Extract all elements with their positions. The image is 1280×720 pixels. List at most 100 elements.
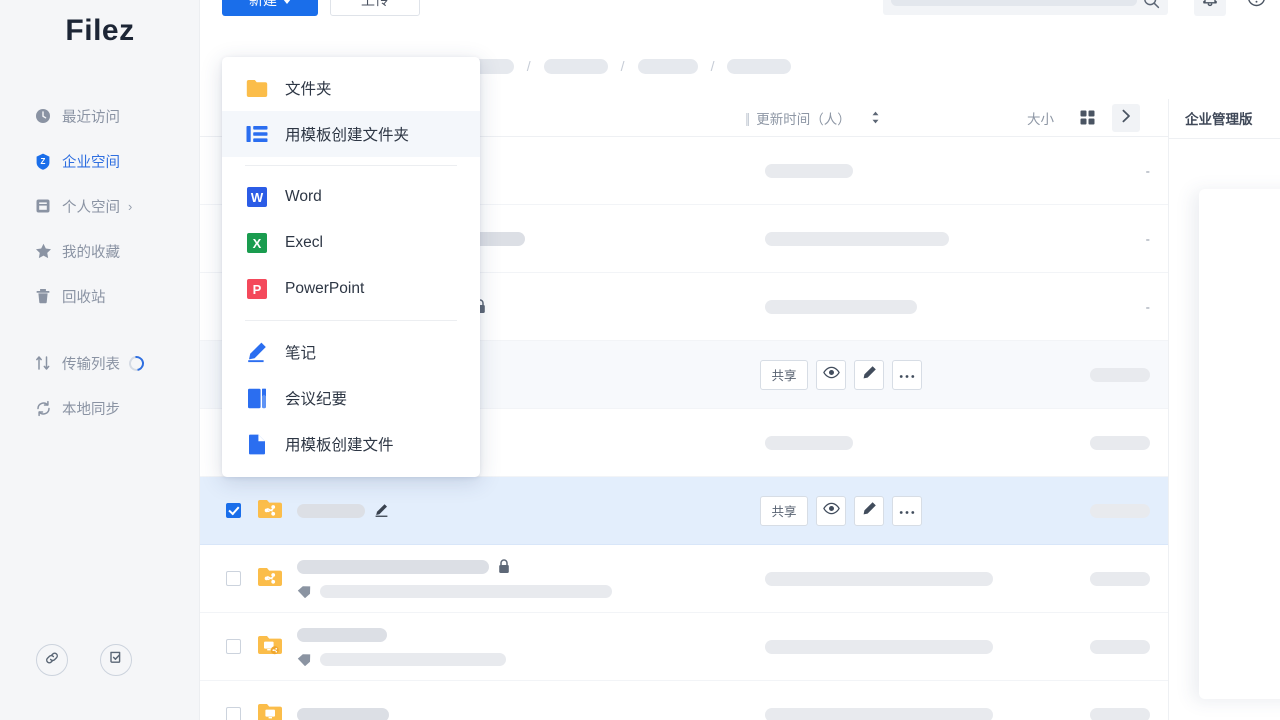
- menu-item-label: 用模板创建文件: [285, 433, 394, 455]
- share-button[interactable]: 共享: [760, 360, 808, 390]
- file-name-cell: [297, 628, 1168, 666]
- word-badge: W: [247, 187, 267, 207]
- sidebar: Filez 最近访问 Z 企业空间 个人空间 ›: [0, 0, 200, 720]
- sidebar-item-label: 最近访问: [62, 106, 120, 127]
- size-cell: [1090, 436, 1150, 450]
- menu-item-powerpoint[interactable]: P PowerPoint: [222, 266, 480, 312]
- eye-icon: [823, 502, 840, 520]
- row-checkbox[interactable]: [226, 571, 241, 586]
- row-actions: 共享: [760, 360, 922, 390]
- table-row[interactable]: 共享: [200, 477, 1168, 545]
- table-row[interactable]: [200, 681, 1168, 720]
- sidebar-item-trash[interactable]: 回收站: [0, 278, 200, 314]
- column-grip-icon[interactable]: ||: [745, 110, 748, 126]
- folder-device-share-icon: [257, 634, 283, 660]
- more-button[interactable]: [892, 496, 922, 526]
- row-checkbox[interactable]: [226, 503, 241, 518]
- updated-cell: [765, 436, 853, 450]
- sidebar-item-localsync[interactable]: 本地同步: [0, 390, 200, 426]
- column-size-label[interactable]: 大小: [1027, 108, 1054, 128]
- help-circle-icon: [1247, 0, 1266, 12]
- breadcrumb-item[interactable]: [727, 59, 791, 74]
- updated-cell: [765, 232, 949, 246]
- preview-button[interactable]: [816, 496, 846, 526]
- pencil-icon: [862, 501, 877, 521]
- share-button[interactable]: 共享: [760, 496, 808, 526]
- grid-view-icon[interactable]: [1074, 105, 1100, 131]
- sort-toggle-icon[interactable]: [871, 111, 880, 124]
- help-button[interactable]: [1240, 0, 1272, 16]
- more-button[interactable]: [892, 360, 922, 390]
- updated-cell: [765, 572, 993, 586]
- menu-item-excel[interactable]: X Execl: [222, 220, 480, 266]
- breadcrumb-item[interactable]: [638, 59, 698, 74]
- personal-space-icon: [34, 197, 52, 215]
- size-cell: -: [1146, 231, 1150, 246]
- table-row[interactable]: [200, 545, 1168, 613]
- sidebar-bottom-actions: [0, 644, 200, 676]
- bell-icon: [1201, 0, 1219, 12]
- sidebar-item-favorites[interactable]: 我的收藏: [0, 233, 200, 269]
- folder-share-icon: [257, 498, 283, 524]
- size-cell: [1090, 640, 1150, 654]
- menu-item-word[interactable]: W Word: [222, 174, 480, 220]
- menu-item-note[interactable]: 笔记: [222, 329, 480, 375]
- menu-item-template-folder[interactable]: 用模板创建文件夹: [222, 111, 480, 157]
- column-updated-label: 更新时间（人）: [756, 108, 851, 128]
- clock-icon: [34, 107, 52, 125]
- search-icon[interactable]: [1143, 0, 1160, 9]
- sidebar-item-label: 本地同步: [62, 398, 120, 419]
- new-button[interactable]: 新建: [222, 0, 318, 16]
- note-pencil-icon: [246, 341, 268, 363]
- notifications-button[interactable]: [1194, 0, 1226, 16]
- menu-item-meeting-minutes[interactable]: 会议纪要: [222, 375, 480, 421]
- sidebar-item-enterprise[interactable]: Z 企业空间: [0, 143, 200, 179]
- sidebar-item-personal[interactable]: 个人空间 ›: [0, 188, 200, 224]
- excel-badge: X: [247, 233, 267, 253]
- link-button[interactable]: [36, 644, 68, 676]
- breadcrumb-item[interactable]: [544, 59, 608, 74]
- updated-cell: [765, 640, 993, 654]
- size-cell: [1090, 368, 1150, 382]
- chevron-right-icon[interactable]: ›: [128, 199, 132, 214]
- enterprise-icon: Z: [34, 152, 52, 170]
- sidebar-item-recent[interactable]: 最近访问: [0, 98, 200, 134]
- edit-button[interactable]: [854, 360, 884, 390]
- meeting-minutes-icon: [246, 387, 268, 409]
- updated-cell: [765, 300, 917, 314]
- rename-pencil-icon[interactable]: [374, 503, 389, 518]
- file-name-cell: [297, 708, 1168, 720]
- table-row[interactable]: [200, 613, 1168, 681]
- tag-icon: [297, 653, 311, 666]
- loading-spinner-icon: [126, 353, 147, 374]
- breadcrumb-separator: /: [621, 58, 625, 74]
- row-checkbox[interactable]: [226, 707, 241, 720]
- menu-item-label: 用模板创建文件夹: [285, 123, 409, 145]
- edit-button[interactable]: [854, 496, 884, 526]
- search-input[interactable]: [891, 0, 1137, 6]
- panel-expand-button[interactable]: [1112, 104, 1140, 132]
- right-panel-title: 企业管理版: [1169, 99, 1280, 139]
- preview-button[interactable]: [816, 360, 846, 390]
- sidebar-item-label: 个人空间: [62, 196, 120, 217]
- breadcrumb-separator: /: [711, 58, 715, 74]
- upload-button[interactable]: 上传: [330, 0, 420, 16]
- sidebar-item-label: 回收站: [62, 286, 106, 307]
- search-box[interactable]: [883, 0, 1168, 15]
- task-button[interactable]: [100, 644, 132, 676]
- row-checkbox[interactable]: [226, 639, 241, 654]
- menu-item-template-file[interactable]: 用模板创建文件: [222, 421, 480, 467]
- transfer-icon: [34, 354, 52, 372]
- template-folder-icon: [246, 123, 268, 145]
- menu-item-folder[interactable]: 文件夹: [222, 65, 480, 111]
- row-actions: 共享: [760, 496, 922, 526]
- breadcrumb-separator: /: [527, 58, 531, 74]
- folder-device-icon: [257, 702, 283, 720]
- file-name-cell: [297, 559, 1168, 598]
- word-icon: W: [246, 186, 268, 208]
- svg-text:Z: Z: [41, 157, 46, 166]
- menu-divider: [245, 320, 457, 321]
- star-icon: [34, 242, 52, 260]
- sidebar-item-transfer[interactable]: 传输列表: [0, 345, 200, 381]
- column-updated[interactable]: || 更新时间（人）: [745, 108, 880, 128]
